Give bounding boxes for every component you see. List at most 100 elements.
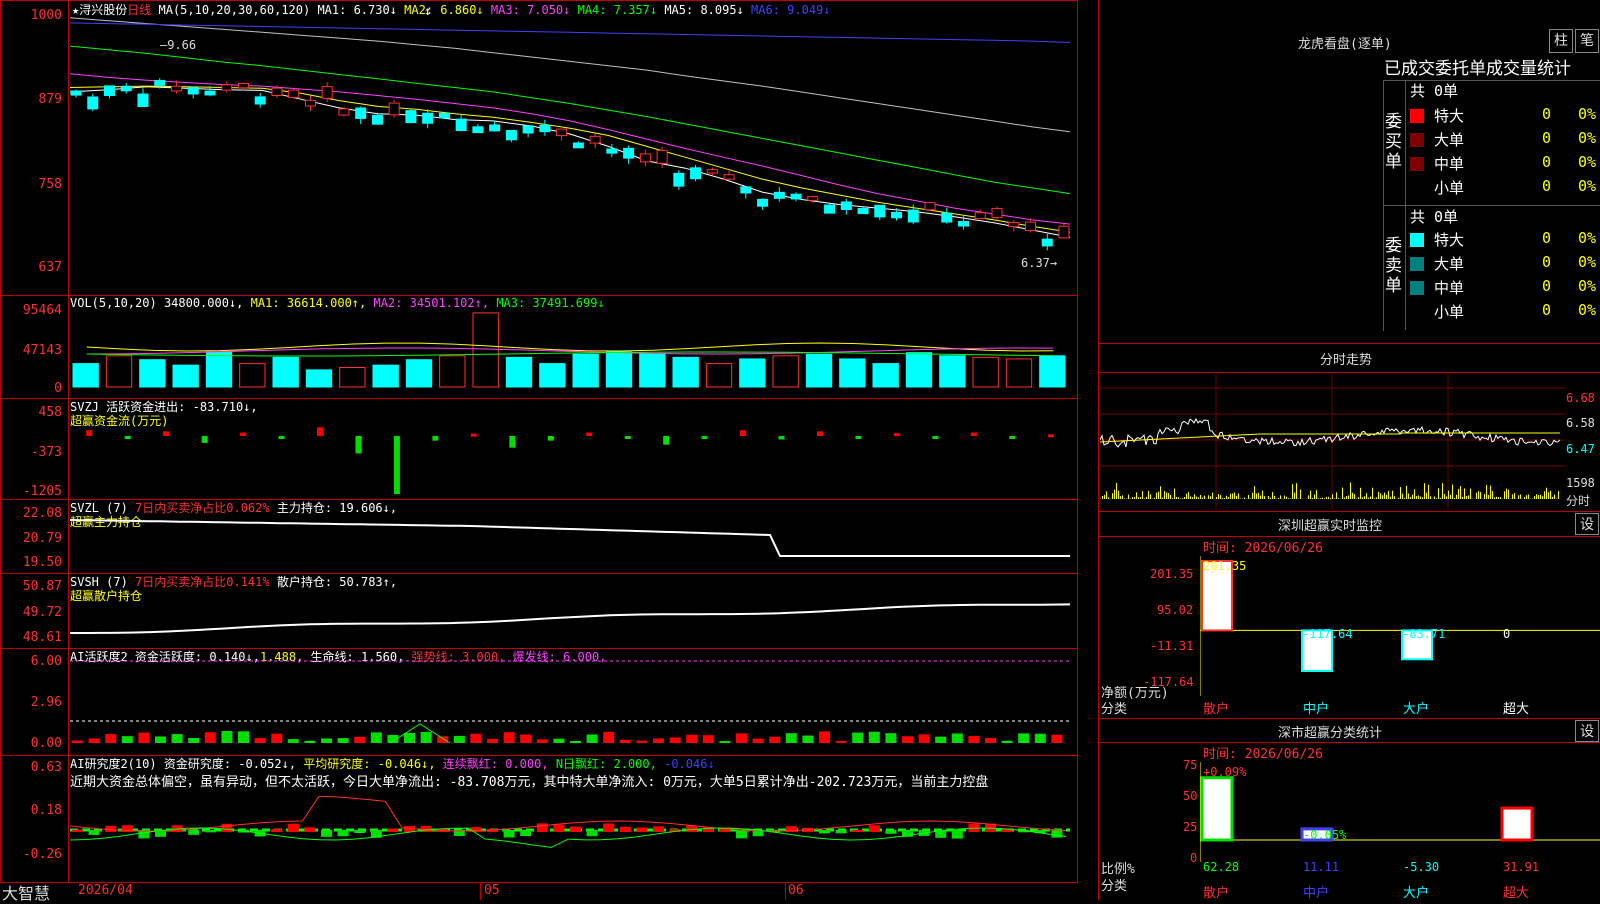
intraday-vol-bar (1294, 493, 1295, 499)
tick-mode-button[interactable]: 笔 (1575, 29, 1599, 53)
candle-body (791, 194, 801, 199)
stats-cat-xl: 超大 (1503, 882, 1529, 901)
candle-body (322, 87, 332, 99)
intraday-vol-bar (1546, 488, 1547, 499)
monitor-time: 时间: 2026/06/26 (1203, 537, 1323, 556)
vol-tick-mid: 47143 (0, 343, 62, 358)
monitor-settings-button[interactable]: 设 (1575, 513, 1599, 535)
price-tick-758: 758 (0, 177, 62, 192)
volume-bar (440, 356, 465, 387)
intraday-vol-bar (1540, 495, 1541, 499)
intraday-vol-bar (1280, 495, 1281, 499)
intraday-vol-bar (1406, 486, 1407, 499)
intraday-vol-bar (1188, 492, 1189, 499)
candle-body (1026, 222, 1036, 230)
activity-bar (205, 732, 216, 743)
intraday-vol-bar (1260, 496, 1261, 499)
intraday-vol-bar (1488, 495, 1489, 499)
activity-bar (105, 734, 116, 743)
activity-bar (172, 734, 183, 743)
activity-bar (985, 738, 996, 743)
buy-small-count: 0 (1542, 177, 1551, 195)
research-bar (736, 830, 747, 838)
activity-bar (919, 734, 930, 743)
sell-side-label: 委卖单 (1385, 236, 1403, 296)
candle-body (71, 91, 81, 95)
sell-large-name: 大单 (1434, 253, 1464, 274)
activity-bar (487, 739, 498, 743)
buy-large-name: 大单 (1434, 129, 1464, 150)
intraday-vol-bar (1534, 496, 1535, 499)
volume-bar (240, 364, 265, 387)
activity-bar (238, 731, 249, 743)
research-bar (304, 827, 315, 832)
flow-bar (240, 433, 246, 436)
intraday-vol-bar (1446, 497, 1447, 499)
intraday-vol-bar (1450, 495, 1451, 499)
candle-body (573, 143, 583, 148)
buy-large-swatch (1410, 133, 1424, 147)
candle-body (607, 149, 617, 153)
research-chart (70, 796, 1076, 866)
intraday-vol-bar (1538, 495, 1539, 499)
activity-bar (952, 733, 963, 743)
intraday-vol-bar (1194, 494, 1195, 499)
intraday-vol-bar (1300, 489, 1301, 499)
stats-settings-button[interactable]: 设 (1575, 720, 1599, 742)
intraday-vol-bar (1468, 495, 1469, 499)
intraday-vol-bar (1334, 498, 1335, 499)
intraday-vol-bar (1120, 496, 1121, 499)
intraday-vol-bar (1448, 491, 1449, 499)
candle-body (691, 168, 701, 179)
candle-body (808, 197, 818, 201)
research-bar (885, 830, 896, 834)
volume-bar (73, 364, 98, 387)
candle-body (188, 88, 198, 94)
candle-body (88, 97, 98, 109)
buy-xl-count: 0 (1542, 105, 1551, 123)
intraday-chart (1100, 374, 1565, 509)
intraday-vol-bar (1170, 495, 1171, 499)
intraday-vol-bar (1156, 493, 1157, 499)
volume-bar (740, 359, 765, 387)
research-bar (321, 830, 332, 837)
intraday-vol-bar (1330, 498, 1331, 499)
activity-bar (968, 736, 979, 743)
sell-large-pct: 0% (1578, 253, 1596, 271)
intraday-vol-bar (1122, 495, 1123, 499)
intraday-vol-bar (1412, 495, 1413, 499)
stats-cat-big: 大户 (1403, 882, 1429, 901)
intraday-vol-bar (1496, 497, 1497, 499)
intraday-vol-bar (1204, 496, 1205, 499)
flow-bar (625, 436, 631, 439)
volume-bar (573, 354, 598, 387)
intraday-vol-bar (1558, 491, 1559, 499)
intraday-vol-bar (1354, 494, 1355, 499)
bar-mode-button[interactable]: 柱 (1549, 29, 1573, 53)
intraday-vol-bar (1374, 498, 1375, 499)
stats-tick-50: 50 (1183, 789, 1197, 803)
intraday-vol-bar (1314, 495, 1315, 499)
intraday-vol-bar (1254, 486, 1255, 499)
vol-ma1: MA1: 36614.000↑, (251, 296, 367, 310)
monitor-title: 深圳超赢实时监控 (1278, 515, 1382, 534)
research-red-line (70, 796, 1066, 831)
intraday-tick-high: 6.68 (1566, 391, 1595, 405)
candle-body (104, 86, 114, 96)
intraday-vol-bar (1308, 495, 1309, 499)
intraday-vol-bar (1198, 498, 1199, 499)
intraday-vol-bar (1210, 496, 1211, 499)
candle-body (758, 199, 768, 206)
intraday-vol-bar (1430, 496, 1431, 499)
intraday-vol-bar (1466, 496, 1467, 499)
intraday-vol-bar (1414, 489, 1415, 499)
flow-bar (817, 431, 823, 436)
ai2-red-cont: 连续飘红: 0.000, (443, 757, 549, 771)
intraday-vol-bar (1226, 496, 1227, 499)
ma-line-3 (70, 74, 1070, 224)
buy-xl-swatch (1410, 109, 1424, 123)
intraday-vol-bar (1350, 482, 1351, 499)
activity-bar (138, 733, 149, 743)
monitor-cat-big: 大户 (1403, 698, 1429, 717)
intraday-vol-bar (1360, 488, 1361, 499)
